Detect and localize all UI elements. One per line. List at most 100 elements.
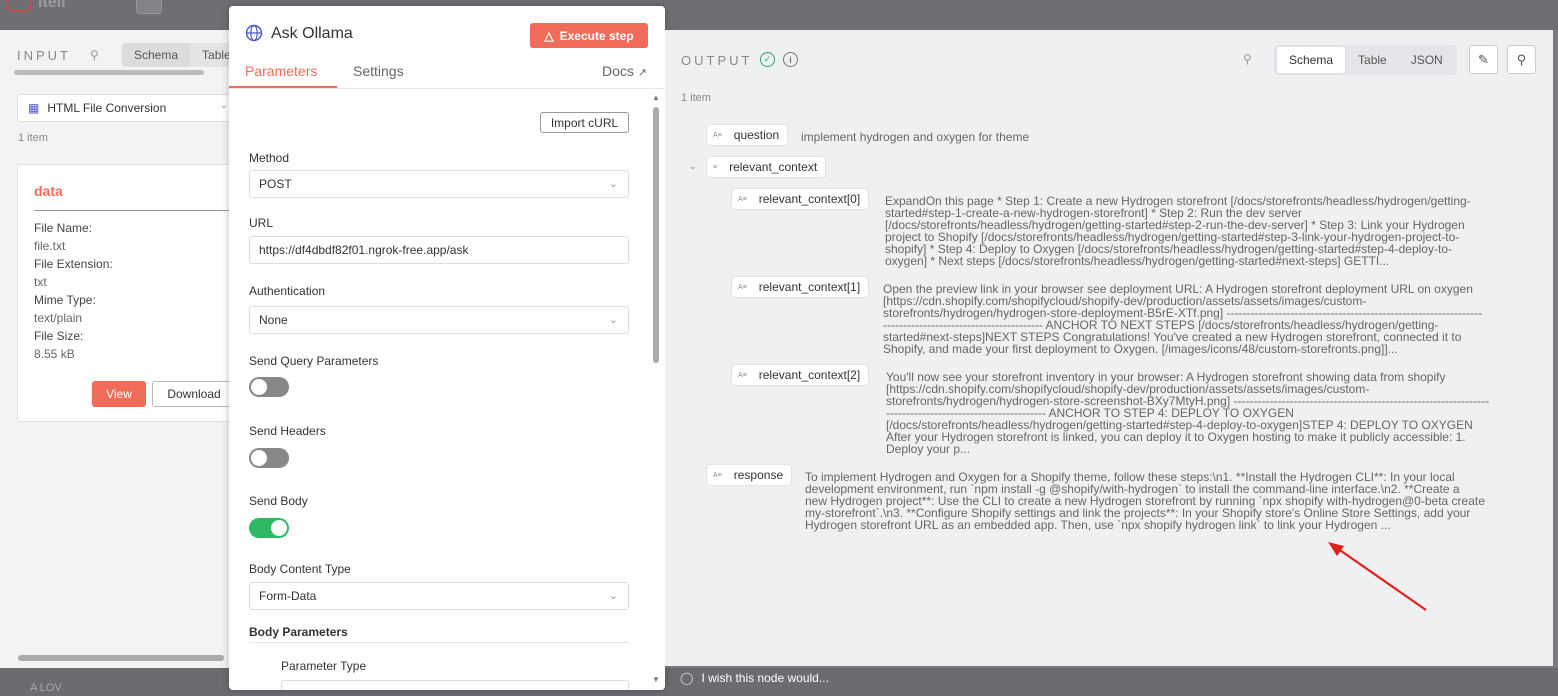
horizontal-scrollbar[interactable] (4, 68, 230, 76)
authentication-value: None (259, 313, 288, 327)
lightbulb-icon: ◯ (680, 671, 694, 685)
execute-step-label: Execute step (559, 28, 634, 43)
tab-parameters[interactable]: Parameters (245, 63, 317, 79)
input-title: INPUT (17, 48, 71, 63)
send-headers-label: Send Headers (249, 424, 326, 438)
string-type-icon: A≡ (713, 131, 722, 139)
node-tabs: Parameters Settings Docs ↗ (229, 62, 665, 89)
key-label: relevant_context[2] (758, 368, 861, 382)
send-query-toggle[interactable] (249, 377, 289, 397)
tab-table[interactable]: Table (1346, 47, 1399, 73)
feedback-hint-text: I wish this node would... (701, 671, 829, 685)
chevron-down-icon: ⌄ (219, 100, 228, 111)
input-panel: INPUT ⚲ Schema Table ▦ HTML File Convers… (0, 30, 240, 668)
key-label: relevant_context[1] (758, 280, 861, 294)
info-icon[interactable]: i (783, 52, 798, 67)
tab-schema[interactable]: Schema (122, 43, 191, 67)
parameter-type-select[interactable] (281, 680, 629, 690)
body-content-type-label: Body Content Type (249, 562, 351, 576)
docs-label: Docs (601, 63, 634, 79)
method-select[interactable]: POST ⌄ (249, 170, 629, 198)
download-button[interactable]: Download (152, 381, 236, 407)
text-line: Shopify, and made your first deployment … (883, 342, 1398, 356)
mime-type-label: Mime Type: (34, 293, 96, 307)
binary-name: data (34, 183, 63, 199)
scroll-down-icon[interactable]: ▼ (652, 675, 660, 684)
string-type-icon: A≡ (738, 195, 747, 203)
divider (249, 642, 629, 643)
output-view-tabs: Schema Table JSON (1274, 45, 1457, 75)
key-label: relevant_context (729, 160, 818, 174)
url-value: https://df4dbdf82f01.ngrok-free.app/ask (259, 243, 469, 257)
flask-icon: △ (544, 28, 554, 43)
key-label: question (733, 128, 780, 142)
globe-icon (245, 24, 263, 42)
string-type-icon: A≡ (713, 471, 722, 479)
url-input[interactable]: https://df4dbdf82f01.ngrok-free.app/ask (249, 236, 629, 264)
schema-key-relevant-context-1[interactable]: A≡ relevant_context[1] (731, 276, 870, 298)
schema-key-relevant-context-0[interactable]: A≡ relevant_context[0] (731, 188, 870, 210)
workflow-title: Iteli (38, 0, 66, 11)
send-body-label: Send Body (249, 494, 308, 508)
output-title: OUTPUT (681, 53, 753, 68)
pin-icon: ⚲ (1516, 51, 1527, 67)
n8n-logo-icon (6, 0, 32, 12)
schema-key-relevant-context[interactable]: ≡ relevant_context (706, 156, 827, 178)
item-count: 1 item (681, 92, 711, 104)
divider (34, 210, 234, 211)
send-body-toggle[interactable] (249, 518, 289, 538)
file-size-label: File Size: (34, 329, 84, 343)
body-content-type-value: Form-Data (259, 589, 317, 603)
body-parameters-label: Body Parameters (249, 625, 348, 639)
item-count: 1 item (18, 132, 48, 144)
view-button[interactable]: View (92, 381, 146, 407)
chevron-down-icon: ⌄ (608, 590, 618, 602)
file-name-label: File Name: (34, 221, 93, 235)
chevron-down-icon[interactable]: ⌄ (689, 161, 697, 172)
pencil-icon: ✎ (1478, 51, 1489, 67)
tab-schema[interactable]: Schema (1276, 46, 1347, 74)
input-node-selector[interactable]: ▦ HTML File Conversion ⌄ (17, 94, 237, 122)
add-button[interactable] (136, 0, 162, 14)
file-convert-icon: ▦ (28, 101, 40, 115)
scroll-up-icon[interactable]: ▲ (652, 93, 660, 102)
relevant-context-0-value: ExpandOn this page * Step 1: Create a ne… (885, 195, 1471, 267)
schema-key-question[interactable]: A≡ question (706, 124, 789, 146)
docs-link[interactable]: Docs ↗ (602, 63, 647, 79)
horizontal-scrollbar-bottom[interactable] (4, 653, 234, 663)
import-curl-button[interactable]: Import cURL (540, 112, 629, 133)
body-content-type-select[interactable]: Form-Data ⌄ (249, 582, 629, 610)
execute-step-button[interactable]: △ Execute step (530, 23, 648, 48)
tab-json[interactable]: JSON (1399, 47, 1455, 73)
feedback-hint[interactable]: ◯ I wish this node would... (680, 671, 829, 685)
schema-key-response[interactable]: A≡ response (706, 464, 793, 486)
search-icon[interactable]: ⚲ (90, 48, 99, 62)
annotation-arrow-icon (1328, 542, 1427, 611)
search-icon[interactable]: ⚲ (1243, 52, 1252, 66)
send-headers-toggle[interactable] (249, 448, 289, 468)
parameter-type-label: Parameter Type (281, 659, 367, 673)
authentication-label: Authentication (249, 284, 326, 298)
tab-settings[interactable]: Settings (353, 63, 404, 79)
pin-data-button[interactable]: ⚲ (1507, 45, 1536, 74)
schema-key-relevant-context-2[interactable]: A≡ relevant_context[2] (731, 364, 870, 386)
text-line: After your Hydrogen storefront is linked… (886, 430, 1466, 444)
vertical-scrollbar[interactable]: ▲ ▼ (651, 93, 661, 685)
active-tab-underline (229, 86, 337, 88)
file-size-value: 8.55 kB (34, 347, 75, 361)
input-node-name: HTML File Conversion (47, 101, 167, 115)
array-type-icon: ≡ (713, 163, 718, 171)
file-extension-value: txt (34, 275, 47, 289)
method-value: POST (259, 177, 292, 191)
key-label: relevant_context[0] (758, 192, 861, 206)
string-type-icon: A≡ (738, 371, 747, 379)
text-line: Hydrogen storefront URL as an embedded a… (805, 518, 1391, 532)
mime-type-value: text/plain (34, 311, 83, 325)
chevron-down-icon: ⌄ (608, 314, 618, 326)
success-check-icon: ✓ (760, 52, 775, 67)
node-title[interactable]: Ask Ollama (271, 25, 353, 43)
method-label: Method (249, 151, 290, 165)
response-value: To implement Hydrogen and Oxygen for a S… (805, 471, 1485, 531)
authentication-select[interactable]: None ⌄ (249, 306, 629, 334)
edit-output-button[interactable]: ✎ (1469, 45, 1498, 74)
